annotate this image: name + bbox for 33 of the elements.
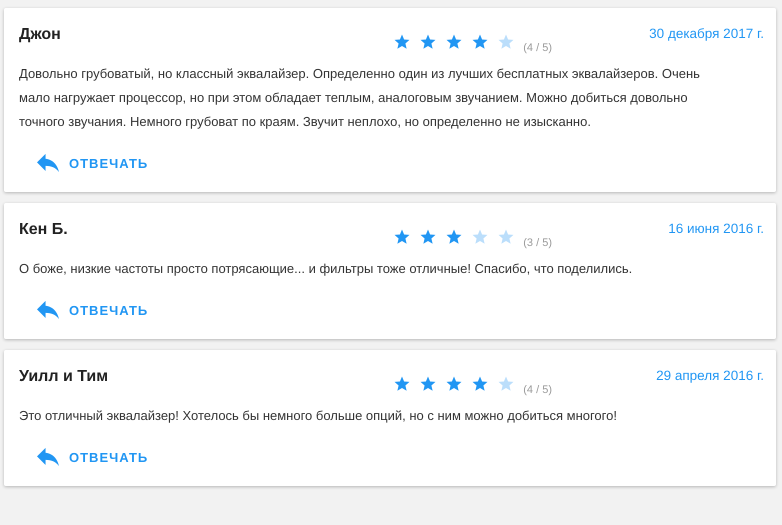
reply-button[interactable]: ОТВЕЧАТЬ [37, 293, 148, 327]
review-date: 29 апреля 2016 г. [656, 368, 764, 383]
rating-text: (4 / 5) [523, 384, 552, 396]
reply-icon [37, 446, 59, 468]
author-name: Уилл и Тим [19, 368, 110, 386]
star-icon [471, 228, 490, 246]
star-icon [497, 228, 516, 246]
rating-text: (3 / 5) [523, 237, 552, 249]
reply-button[interactable]: ОТВЕЧАТЬ [37, 440, 148, 474]
reply-button[interactable]: ОТВЕЧАТЬ [37, 146, 148, 180]
star-icon [471, 33, 490, 51]
author-name: Джон [19, 26, 62, 44]
rating-text: (4 / 5) [523, 42, 552, 54]
star-icon [393, 33, 412, 51]
star-icon [445, 33, 464, 51]
star-icon [497, 375, 516, 393]
review-text: Довольно грубоватый, но классный эквалайзер. Определенно один из лучших бесплатных эквалайзеров. Очень мало нагружает процессор, но при этом обладает теплым, аналоговым звучанием. Можно добиться довольно точного звучания. Немного грубоват по краям. Звучит неплохо, но определенно не изысканно. [19, 65, 701, 131]
review-date: 16 июня 2016 г. [668, 221, 764, 236]
star-icon [419, 33, 438, 51]
star-icon [393, 228, 412, 246]
review-text: О боже, низкие частоты просто потрясающие... и фильтры тоже отличные! Спасибо, что поделились. [19, 260, 634, 278]
reply-icon [37, 299, 59, 321]
review-text: Это отличный эквалайзер! Хотелось бы немного больше опций, но с ним можно добиться многого! [19, 407, 618, 425]
star-icon [497, 33, 516, 51]
star-icon [393, 375, 412, 393]
reply-icon [37, 152, 59, 174]
star-icon [419, 228, 438, 246]
author-name: Кен Б. [19, 221, 69, 239]
star-icon [419, 375, 438, 393]
star-icon [471, 375, 490, 393]
star-icon [445, 228, 464, 246]
review-date: 30 декабря 2017 г. [649, 26, 764, 41]
star-icon [445, 375, 464, 393]
